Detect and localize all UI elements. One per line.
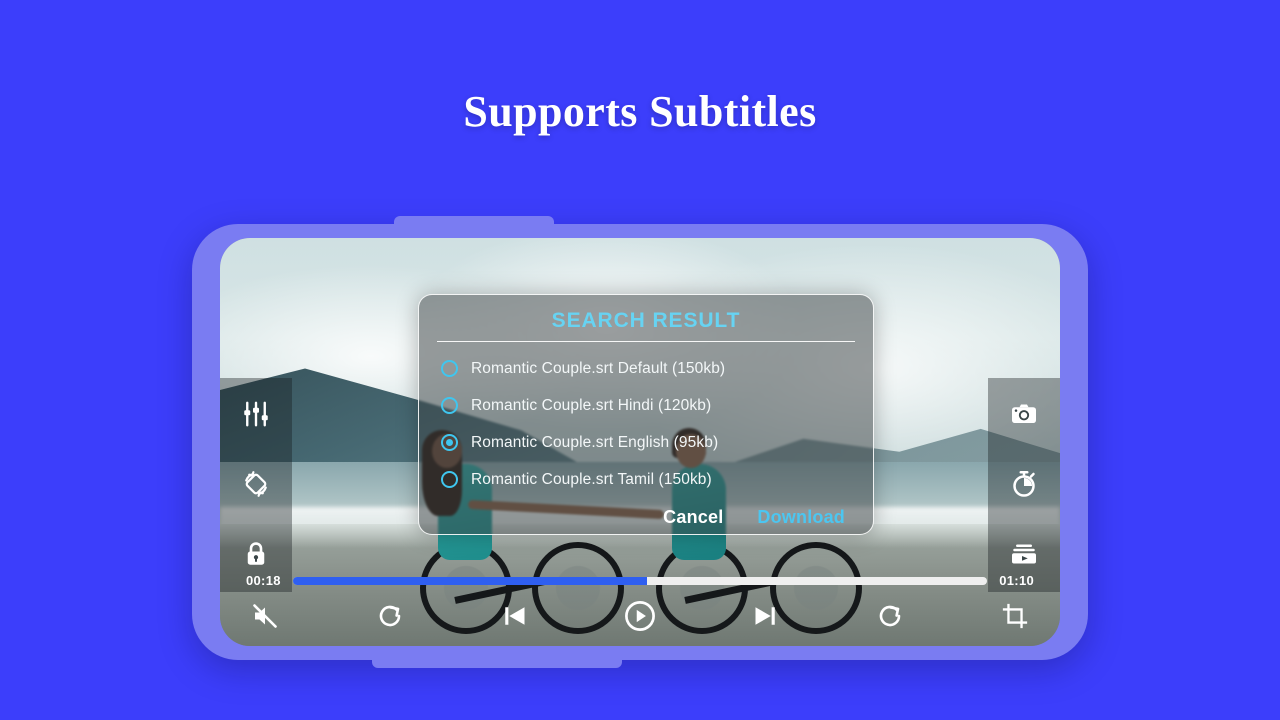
seek-bar-row: 00:18 01:10 [220,573,1060,588]
subtitle-option-label: Romantic Couple.srt Tamil (150kb) [471,470,712,488]
dialog-title: SEARCH RESULT [551,309,741,332]
phone-mockup: SEARCH RESULT Romantic Couple.srt Defaul… [192,216,1088,668]
phone-notch-top [394,216,554,228]
previous-button[interactable] [492,594,538,638]
cancel-button[interactable]: Cancel [663,507,723,528]
subtitle-option-row[interactable]: Romantic Couple.srt Hindi (120kb) [441,387,851,424]
next-button[interactable] [742,594,788,638]
seek-bar[interactable] [292,576,988,585]
play-button[interactable] [617,594,663,638]
left-tool-strip [220,378,292,592]
crop-button[interactable] [992,594,1038,638]
right-tool-strip [988,378,1060,592]
equalizer-icon[interactable] [233,392,279,436]
subtitle-option-row[interactable]: Romantic Couple.srt Default (150kb) [441,350,851,387]
dialog-actions: Cancel Download [441,498,851,528]
subtitle-option-label: Romantic Couple.srt Default (150kb) [471,359,726,377]
stopwatch-icon[interactable] [1001,462,1047,506]
replay-button[interactable] [367,594,413,638]
download-button[interactable]: Download [757,507,845,528]
poster-canvas: Supports Subtitles SEARCH RESULT Romanti… [0,0,1280,720]
total-time-label: 01:10 [999,573,1034,588]
page-title: Supports Subtitles [463,87,817,136]
lock-icon[interactable] [233,532,279,576]
radio-button[interactable] [441,360,458,378]
seek-bar-fill [292,576,647,585]
subtitle-option-label: Romantic Couple.srt Hindi (120kb) [471,396,712,414]
radio-button[interactable] [441,471,458,489]
repeat-button[interactable] [867,594,913,638]
screen-rotate-icon[interactable] [233,462,279,506]
subtitle-option-label: Romantic Couple.srt English (95kb) [471,433,719,451]
radio-button-selected[interactable] [441,434,458,452]
phone-screen: SEARCH RESULT Romantic Couple.srt Defaul… [220,238,1060,646]
subtitle-option-row[interactable]: Romantic Couple.srt Tamil (150kb) [441,461,851,498]
mute-button[interactable] [242,594,288,638]
video-list-icon[interactable] [1001,532,1047,576]
subtitle-option-row[interactable]: Romantic Couple.srt English (95kb) [441,424,851,461]
current-time-label: 00:18 [246,573,281,588]
dialog-divider [437,341,855,343]
phone-notch-bottom [372,656,622,668]
search-result-dialog: SEARCH RESULT Romantic Couple.srt Defaul… [418,294,874,535]
radio-button[interactable] [441,397,458,415]
playback-controls [220,594,1060,638]
camera-icon[interactable] [1001,392,1047,436]
